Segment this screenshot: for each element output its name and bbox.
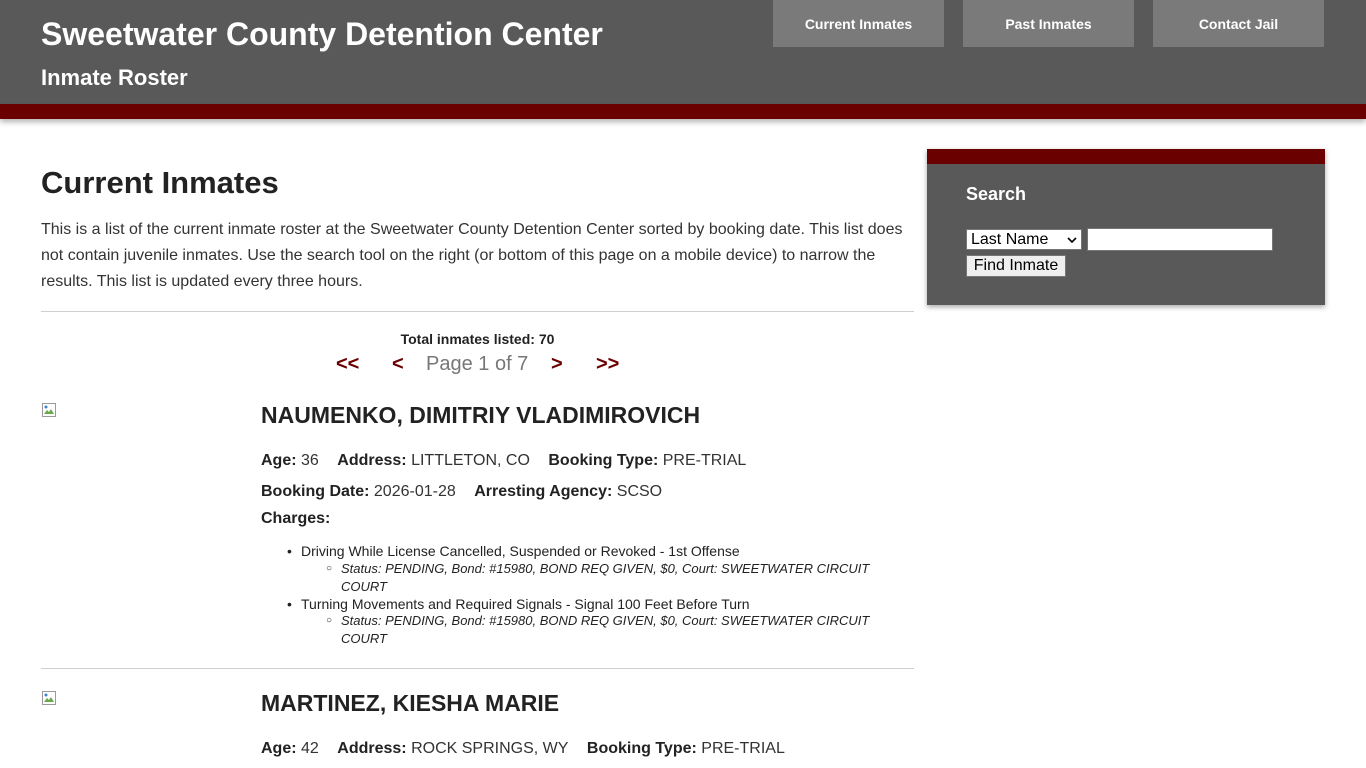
inmate-info-line: Age: 36 Address: LITTLETON, CO Booking T… — [261, 452, 746, 470]
site-subtitle: Inmate Roster — [41, 65, 188, 90]
pager-next-link[interactable]: > — [551, 353, 563, 376]
charge-item: Driving While License Cancelled, Suspend… — [287, 543, 740, 559]
charge-status: Status: PENDING, Bond: #15980, BOND REQ … — [326, 612, 911, 648]
age-value: 42 — [301, 740, 319, 757]
charge-status: Status: PENDING, Bond: #15980, BOND REQ … — [326, 560, 911, 596]
site-title[interactable]: Sweetwater County Detention Center — [41, 16, 603, 53]
broken-image-icon[interactable] — [41, 690, 57, 706]
pager-first-link[interactable]: << — [336, 353, 359, 376]
arresting-agency-value: SCSO — [616, 483, 663, 500]
age-value: 36 — [301, 452, 319, 469]
address-label: Address: — [337, 452, 407, 469]
booking-type-label: Booking Type: — [586, 740, 697, 757]
header-accent-stripe — [0, 104, 1366, 119]
age-label: Age: — [261, 452, 297, 469]
site-header: Sweetwater County Detention Center Inmat… — [0, 0, 1366, 104]
total-inmates-count: Total inmates listed: 70 — [400, 331, 555, 347]
booking-date-label: Booking Date: — [261, 483, 370, 500]
search-input[interactable] — [1087, 228, 1273, 251]
inmate-name[interactable]: NAUMENKO, DIMITRIY VLADIMIROVICH — [261, 402, 700, 429]
booking-date-value: 2026-01-28 — [373, 483, 456, 500]
chevron-down-icon — [1067, 237, 1077, 244]
find-inmate-button[interactable]: Find Inmate — [966, 255, 1066, 277]
booking-type-value: PRE-TRIAL — [701, 740, 785, 757]
nav-past-inmates-button[interactable]: Past Inmates — [963, 0, 1134, 47]
broken-image-icon[interactable] — [41, 402, 57, 418]
nav-contact-jail-button[interactable]: Contact Jail — [1153, 0, 1324, 47]
address-value: LITTLETON, CO — [411, 452, 530, 469]
address-value: ROCK SPRINGS, WY — [411, 740, 569, 757]
search-field-select[interactable]: Last Name — [966, 229, 1082, 250]
pager-prev-link[interactable]: < — [392, 353, 404, 376]
address-label: Address: — [337, 740, 407, 757]
intro-text: This is a list of the current inmate ros… — [41, 221, 903, 290]
search-panel: Search Last Name Find Inmate — [927, 149, 1325, 305]
arresting-agency-label: Arresting Agency: — [474, 483, 613, 500]
booking-type-label: Booking Type: — [548, 452, 659, 469]
pager-last-link[interactable]: >> — [596, 353, 619, 376]
charges-label: Charges: — [261, 510, 331, 527]
page-heading: Current Inmates — [41, 165, 279, 200]
age-label: Age: — [261, 740, 297, 757]
charge-item: Turning Movements and Required Signals -… — [287, 596, 750, 612]
pager-page-text: Page 1 of 7 — [426, 353, 529, 375]
inmate-booking-line: Booking Date: 2026-01-28 Arresting Agenc… — [261, 483, 662, 501]
divider — [41, 311, 914, 312]
search-field-select-value: Last Name — [971, 231, 1049, 248]
inmate-name[interactable]: MARTINEZ, KIESHA MARIE — [261, 690, 559, 717]
inmate-info-line: Age: 42 Address: ROCK SPRINGS, WY Bookin… — [261, 740, 785, 758]
search-panel-accent-stripe — [927, 149, 1325, 164]
booking-type-value: PRE-TRIAL — [662, 452, 747, 469]
search-title: Search — [966, 184, 1027, 204]
nav-current-inmates-button[interactable]: Current Inmates — [773, 0, 944, 47]
divider — [41, 668, 914, 669]
